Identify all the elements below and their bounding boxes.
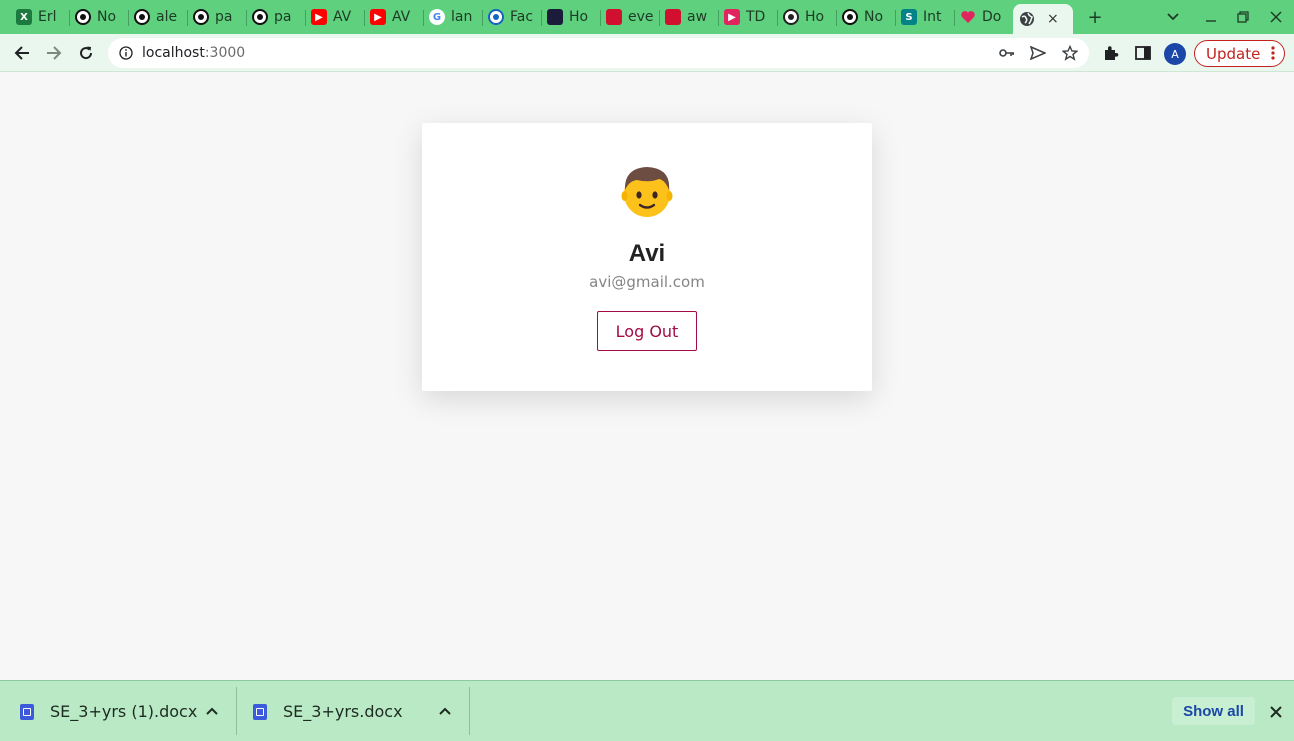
tab[interactable]: X Erl <box>10 4 68 30</box>
github-icon <box>134 9 150 25</box>
chevron-up-icon[interactable] <box>438 703 454 719</box>
tab-active-localhost[interactable]: × <box>1013 4 1073 34</box>
opera-icon <box>606 9 622 25</box>
heart-icon <box>960 9 976 25</box>
tab[interactable]: S Int <box>895 4 953 30</box>
tab[interactable]: Ho <box>777 4 835 30</box>
tab-title: eve <box>628 9 654 25</box>
url-text: localhost:3000 <box>142 45 245 61</box>
tab-strip: X Erl No ale pa pa ▶ AV ▶ AV Glan Fac Ho eve aw ▶ TD Ho No… <box>0 0 1294 34</box>
download-divider <box>236 687 237 735</box>
nuxt-icon <box>547 9 563 25</box>
send-icon[interactable] <box>1030 45 1046 61</box>
tab-title: No <box>97 9 117 25</box>
key-icon[interactable] <box>999 45 1015 61</box>
tab[interactable]: Ho <box>541 4 599 30</box>
extensions-icon[interactable] <box>1099 41 1123 65</box>
tab[interactable]: ale <box>128 4 186 30</box>
github-icon <box>75 9 91 25</box>
tab[interactable]: pa <box>246 4 304 30</box>
github-icon <box>842 9 858 25</box>
tab-title: aw <box>687 9 708 25</box>
bookmark-star-icon[interactable] <box>1062 45 1078 61</box>
play-icon: ▶ <box>724 9 740 25</box>
url-host: localhost <box>142 45 205 61</box>
tab[interactable]: No <box>836 4 894 30</box>
x-circle-icon <box>783 9 799 25</box>
site-info-icon[interactable] <box>118 45 134 61</box>
user-name: Avi <box>628 240 666 267</box>
menu-dots-icon[interactable] <box>1271 45 1275 61</box>
tab-title: AV <box>333 9 352 25</box>
tab[interactable]: aw <box>659 4 717 30</box>
tab[interactable]: Do <box>954 4 1012 30</box>
youtube-icon: ▶ <box>311 9 327 25</box>
github-icon <box>252 9 268 25</box>
download-shelf: SE_3+yrs (1).docx SE_3+yrs.docx Show all <box>0 680 1294 741</box>
tab[interactable]: ▶ AV <box>364 4 422 30</box>
forward-icon[interactable] <box>42 41 66 65</box>
sharepoint-icon: S <box>901 9 917 25</box>
reload-icon[interactable] <box>74 41 98 65</box>
tab[interactable]: ▶ TD <box>718 4 776 30</box>
tab-close-icon[interactable]: × <box>1047 11 1059 27</box>
minimize-icon[interactable] <box>1200 6 1222 28</box>
docx-file-icon <box>253 703 267 720</box>
download-item[interactable]: SE_3+yrs (1).docx <box>20 681 197 741</box>
back-icon[interactable] <box>10 41 34 65</box>
tab-title: Ho <box>569 9 589 25</box>
download-filename: SE_3+yrs (1).docx <box>50 702 198 721</box>
tab[interactable]: No <box>69 4 127 30</box>
tab-title: No <box>864 9 884 25</box>
close-window-icon[interactable] <box>1265 6 1287 28</box>
close-shelf-icon[interactable] <box>1266 702 1286 722</box>
download-item[interactable]: SE_3+yrs.docx <box>253 681 403 741</box>
user-email: avi@gmail.com <box>589 273 705 291</box>
download-filename: SE_3+yrs.docx <box>283 702 403 721</box>
download-divider <box>469 687 470 735</box>
tab-title: Do <box>982 9 1002 25</box>
restore-icon[interactable] <box>1232 6 1254 28</box>
tab[interactable]: Fac <box>482 4 540 30</box>
profile-card: Avi avi@gmail.com Log Out <box>422 123 872 391</box>
pin-icon <box>488 9 504 25</box>
tab-title: Fac <box>510 9 534 25</box>
address-bar[interactable]: localhost:3000 <box>108 38 1089 68</box>
globe-icon <box>1019 11 1035 27</box>
youtube-icon: ▶ <box>370 9 386 25</box>
tab-title: Int <box>923 9 942 25</box>
profile-avatar[interactable]: A <box>1164 43 1186 65</box>
tab-title: pa <box>274 9 292 25</box>
github-icon <box>193 9 209 25</box>
boy-emoji-icon <box>619 163 675 219</box>
tab-title: lan <box>451 9 473 25</box>
tab[interactable]: pa <box>187 4 245 30</box>
browser-toolbar: localhost:3000 A Update <box>0 34 1294 72</box>
tab-search-icon[interactable] <box>1162 6 1184 28</box>
update-label: Update <box>1206 44 1261 63</box>
google-icon: G <box>429 9 445 25</box>
excel-icon: X <box>16 9 32 25</box>
new-tab-button[interactable]: + <box>1084 6 1106 28</box>
opera-icon <box>665 9 681 25</box>
tab[interactable]: Glan <box>423 4 481 30</box>
tab[interactable]: ▶ AV <box>305 4 363 30</box>
tab-title: pa <box>215 9 233 25</box>
logout-button[interactable]: Log Out <box>597 311 697 351</box>
tab-title: Erl <box>38 9 57 25</box>
docx-file-icon <box>20 703 34 720</box>
tab[interactable]: eve <box>600 4 658 30</box>
show-all-button[interactable]: Show all <box>1172 697 1255 725</box>
chevron-up-icon[interactable] <box>205 703 221 719</box>
url-port: :3000 <box>204 45 246 61</box>
side-panel-icon[interactable] <box>1131 41 1155 65</box>
tab-title: ale <box>156 9 178 25</box>
tab-title: TD <box>746 9 766 25</box>
update-button[interactable]: Update <box>1194 40 1285 67</box>
tab-title: Ho <box>805 9 825 25</box>
tab-title: AV <box>392 9 411 25</box>
